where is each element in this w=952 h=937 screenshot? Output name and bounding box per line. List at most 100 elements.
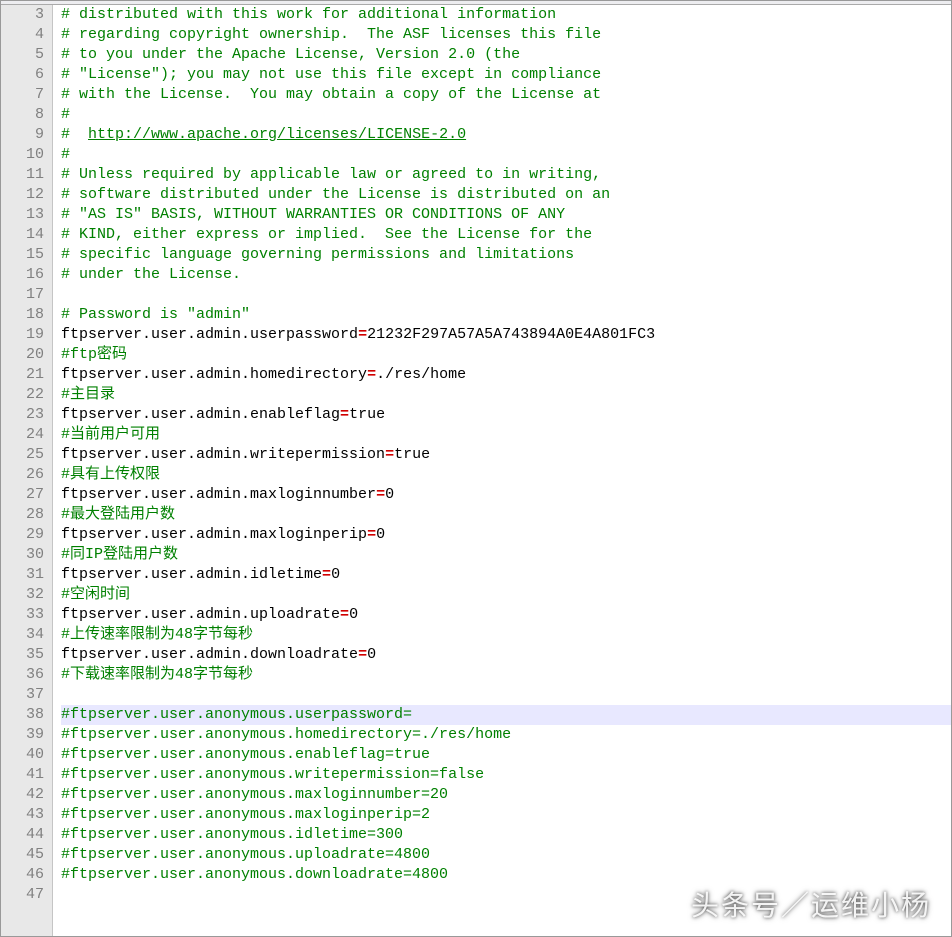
property-key: ftpserver.user.admin.userpassword <box>61 326 358 343</box>
code-line[interactable]: # with the License. You may obtain a cop… <box>61 85 951 105</box>
code-line[interactable]: #ftpserver.user.anonymous.userpassword= <box>61 705 951 725</box>
code-line[interactable]: # software distributed under the License… <box>61 185 951 205</box>
code-line[interactable]: # under the License. <box>61 265 951 285</box>
code-line[interactable]: #ftpserver.user.anonymous.maxloginperip=… <box>61 805 951 825</box>
code-line[interactable]: # Unless required by applicable law or a… <box>61 165 951 185</box>
line-number: 22 <box>1 385 44 405</box>
code-line[interactable]: #ftpserver.user.anonymous.uploadrate=480… <box>61 845 951 865</box>
line-number: 3 <box>1 5 44 25</box>
property-value: 0 <box>349 606 358 623</box>
code-line[interactable]: #ftpserver.user.anonymous.homedirectory=… <box>61 725 951 745</box>
line-number: 9 <box>1 125 44 145</box>
code-line[interactable]: # Password is "admin" <box>61 305 951 325</box>
line-number: 45 <box>1 845 44 865</box>
code-area[interactable]: # distributed with this work for additio… <box>53 5 951 936</box>
comment-text: # to you under the Apache License, Versi… <box>61 46 520 63</box>
equals-sign: = <box>358 646 367 663</box>
property-key: ftpserver.user.admin.writepermission <box>61 446 385 463</box>
code-line[interactable]: ftpserver.user.admin.idletime=0 <box>61 565 951 585</box>
code-line[interactable]: #ftpserver.user.anonymous.writepermissio… <box>61 765 951 785</box>
comment-text: # with the License. You may obtain a cop… <box>61 86 601 103</box>
code-line[interactable]: #上传速率限制为48字节每秒 <box>61 625 951 645</box>
comment-text: #当前用户可用 <box>61 426 160 443</box>
code-line[interactable]: ftpserver.user.admin.userpassword=21232F… <box>61 325 951 345</box>
property-key: ftpserver.user.admin.maxloginperip <box>61 526 367 543</box>
code-line[interactable] <box>61 685 951 705</box>
comment-text: #ftpserver.user.anonymous.uploadrate=480… <box>61 846 430 863</box>
comment-text: #同IP登陆用户数 <box>61 546 178 563</box>
comment-text: # distributed with this work for additio… <box>61 6 556 23</box>
line-number: 8 <box>1 105 44 125</box>
code-line[interactable]: #ftp密码 <box>61 345 951 365</box>
code-line[interactable]: #ftpserver.user.anonymous.enableflag=tru… <box>61 745 951 765</box>
comment-text: #主目录 <box>61 386 115 403</box>
code-line[interactable]: # specific language governing permission… <box>61 245 951 265</box>
code-line[interactable]: ftpserver.user.admin.maxloginnumber=0 <box>61 485 951 505</box>
code-line[interactable]: #下载速率限制为48字节每秒 <box>61 665 951 685</box>
code-line[interactable]: ftpserver.user.admin.homedirectory=./res… <box>61 365 951 385</box>
code-line[interactable]: #ftpserver.user.anonymous.downloadrate=4… <box>61 865 951 885</box>
equals-sign: = <box>340 606 349 623</box>
code-line[interactable]: # regarding copyright ownership. The ASF… <box>61 25 951 45</box>
equals-sign: = <box>367 526 376 543</box>
code-line[interactable] <box>61 285 951 305</box>
code-line[interactable]: #ftpserver.user.anonymous.maxloginnumber… <box>61 785 951 805</box>
code-line[interactable]: # <box>61 145 951 165</box>
code-line[interactable]: ftpserver.user.admin.writepermission=tru… <box>61 445 951 465</box>
code-line[interactable]: ftpserver.user.admin.uploadrate=0 <box>61 605 951 625</box>
code-line[interactable] <box>61 885 951 905</box>
code-line[interactable]: #ftpserver.user.anonymous.idletime=300 <box>61 825 951 845</box>
line-number: 18 <box>1 305 44 325</box>
comment-text: #ftpserver.user.anonymous.writepermissio… <box>61 766 484 783</box>
code-line[interactable]: # distributed with this work for additio… <box>61 5 951 25</box>
code-line[interactable]: #当前用户可用 <box>61 425 951 445</box>
line-number: 46 <box>1 865 44 885</box>
property-key: ftpserver.user.admin.enableflag <box>61 406 340 423</box>
line-number: 23 <box>1 405 44 425</box>
code-line[interactable]: # to you under the Apache License, Versi… <box>61 45 951 65</box>
code-line[interactable]: #最大登陆用户数 <box>61 505 951 525</box>
line-number: 35 <box>1 645 44 665</box>
line-number: 20 <box>1 345 44 365</box>
line-number: 31 <box>1 565 44 585</box>
comment-text: # Password is "admin" <box>61 306 250 323</box>
comment-text: #空闲时间 <box>61 586 130 603</box>
property-value: true <box>394 446 430 463</box>
property-value: 21232F297A57A5A743894A0E4A801FC3 <box>367 326 655 343</box>
line-number: 33 <box>1 605 44 625</box>
code-line[interactable]: ftpserver.user.admin.maxloginperip=0 <box>61 525 951 545</box>
comment-text: #ftpserver.user.anonymous.downloadrate=4… <box>61 866 448 883</box>
code-line[interactable]: ftpserver.user.admin.enableflag=true <box>61 405 951 425</box>
comment-text: #上传速率限制为48字节每秒 <box>61 626 253 643</box>
line-number: 26 <box>1 465 44 485</box>
line-number: 5 <box>1 45 44 65</box>
code-line[interactable]: # "License"); you may not use this file … <box>61 65 951 85</box>
line-number: 36 <box>1 665 44 685</box>
property-value: 0 <box>376 526 385 543</box>
line-number: 44 <box>1 825 44 845</box>
line-number: 47 <box>1 885 44 905</box>
line-number: 14 <box>1 225 44 245</box>
line-number: 7 <box>1 85 44 105</box>
code-line[interactable]: # <box>61 105 951 125</box>
comment-text: #ftp密码 <box>61 346 127 363</box>
code-editor[interactable]: 3456789101112131415161718192021222324252… <box>1 5 951 936</box>
comment-text: #ftpserver.user.anonymous.idletime=300 <box>61 826 403 843</box>
code-line[interactable]: #空闲时间 <box>61 585 951 605</box>
comment-text: # software distributed under the License… <box>61 186 610 203</box>
code-line[interactable]: ftpserver.user.admin.downloadrate=0 <box>61 645 951 665</box>
code-line[interactable]: #同IP登陆用户数 <box>61 545 951 565</box>
code-line[interactable]: # "AS IS" BASIS, WITHOUT WARRANTIES OR C… <box>61 205 951 225</box>
code-line[interactable]: #具有上传权限 <box>61 465 951 485</box>
code-line[interactable]: # KIND, either express or implied. See t… <box>61 225 951 245</box>
code-line[interactable]: # http://www.apache.org/licenses/LICENSE… <box>61 125 951 145</box>
license-link[interactable]: http://www.apache.org/licenses/LICENSE-2… <box>88 126 466 143</box>
comment-text: # "AS IS" BASIS, WITHOUT WARRANTIES OR C… <box>61 206 565 223</box>
equals-sign: = <box>358 326 367 343</box>
property-key: ftpserver.user.admin.homedirectory <box>61 366 367 383</box>
line-number: 41 <box>1 765 44 785</box>
line-number: 39 <box>1 725 44 745</box>
code-line[interactable]: #主目录 <box>61 385 951 405</box>
comment-text: #ftpserver.user.anonymous.userpassword= <box>61 706 412 723</box>
comment-text: #ftpserver.user.anonymous.maxloginperip=… <box>61 806 430 823</box>
